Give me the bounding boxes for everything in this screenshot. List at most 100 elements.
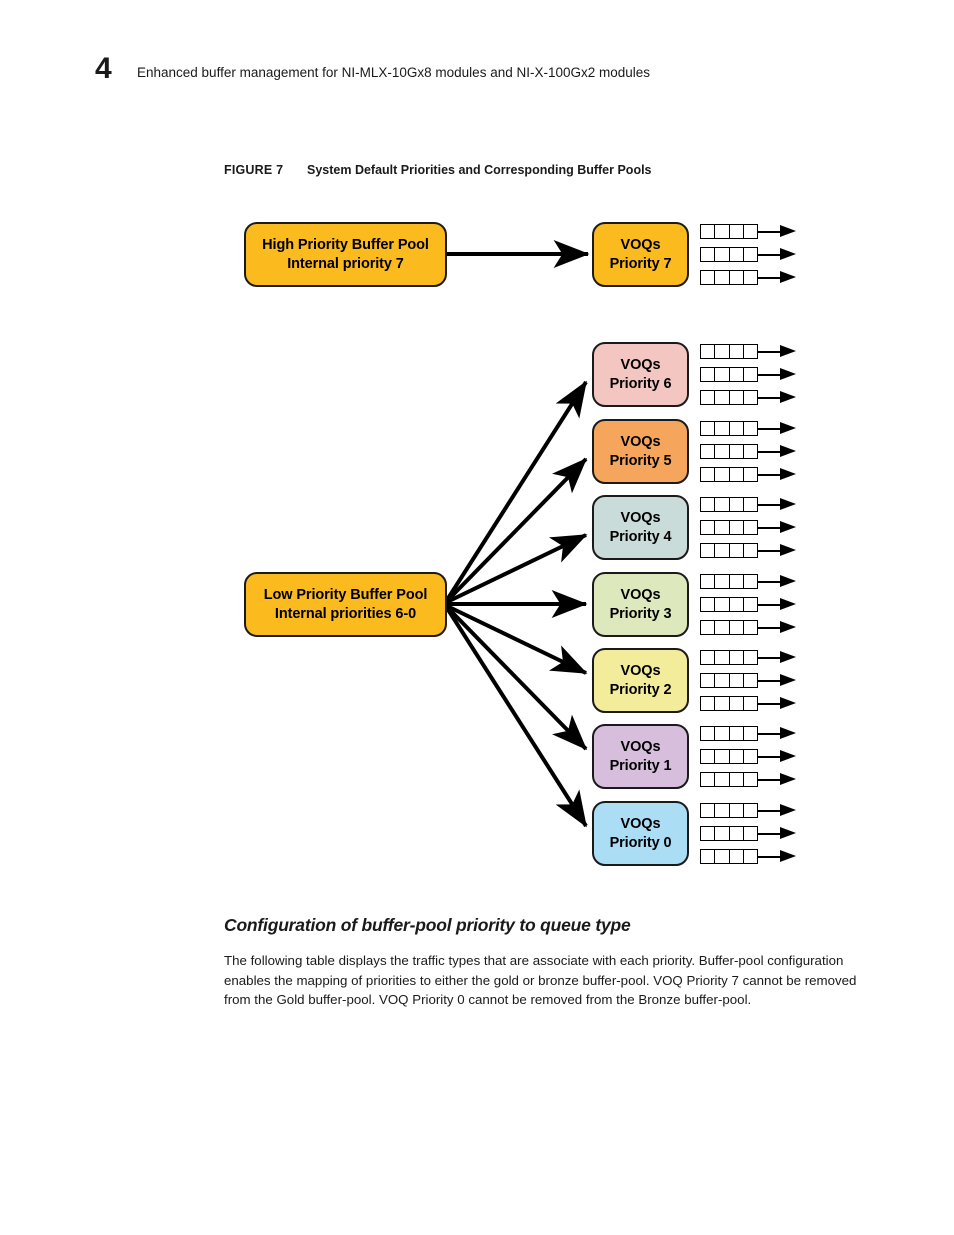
queue-cell xyxy=(701,804,716,817)
queue-cell xyxy=(701,697,716,710)
queue-group-priority-5 xyxy=(700,419,798,485)
queue-cell xyxy=(743,804,757,817)
queue-cells xyxy=(700,597,758,612)
queue-output-arrow-icon xyxy=(758,804,796,816)
queue-cells xyxy=(700,726,758,741)
queue-cell xyxy=(743,445,757,458)
queue-row xyxy=(700,224,798,239)
connector-low-pool-to-voq1 xyxy=(445,605,588,751)
connector-low-pool-to-voq5 xyxy=(445,457,588,603)
queue-cell xyxy=(715,750,730,763)
queue-cell xyxy=(743,345,757,358)
voq-priority-0-box[interactable]: VOQs Priority 0 xyxy=(592,801,689,866)
queue-cell xyxy=(743,544,757,557)
figure-label: FIGURE 7 xyxy=(224,163,284,177)
queue-cell xyxy=(715,422,730,435)
connector-low-pool-to-voq0 xyxy=(445,606,588,828)
queue-cell xyxy=(743,750,757,763)
queue-cell xyxy=(701,544,716,557)
queue-cell xyxy=(715,271,730,284)
diagram-connector-layer xyxy=(445,240,590,828)
queue-cell xyxy=(701,271,716,284)
queue-cell xyxy=(743,225,757,238)
figure-title: System Default Priorities and Correspond… xyxy=(307,163,652,177)
queue-cell xyxy=(743,621,757,634)
queue-cell xyxy=(715,521,730,534)
queue-group-priority-4 xyxy=(700,495,798,561)
voq-priority-6-line2: Priority 6 xyxy=(609,375,672,392)
queue-cell xyxy=(715,697,730,710)
queue-cells xyxy=(700,421,758,436)
queue-cells xyxy=(700,247,758,262)
queue-row xyxy=(700,597,798,612)
connector-low-pool-to-voq6 xyxy=(445,380,588,602)
queue-cell xyxy=(729,521,744,534)
voq-priority-4-box[interactable]: VOQs Priority 4 xyxy=(592,495,689,560)
queue-cell xyxy=(729,697,744,710)
queue-cell xyxy=(715,850,730,863)
queue-output-arrow-icon xyxy=(758,575,796,587)
queue-cell xyxy=(729,422,744,435)
queue-cell xyxy=(743,575,757,588)
queue-cells xyxy=(700,803,758,818)
queue-row xyxy=(700,772,798,787)
queue-cell xyxy=(701,422,716,435)
chapter-number: 4 xyxy=(95,52,112,85)
voq-priority-5-box[interactable]: VOQs Priority 5 xyxy=(592,419,689,484)
voq-priority-6-line1: VOQs xyxy=(620,356,661,373)
voq-priority-4-line2: Priority 4 xyxy=(609,528,672,545)
queue-group-priority-7 xyxy=(700,222,798,288)
queue-cell xyxy=(729,544,744,557)
low-priority-buffer-pool-box[interactable]: Low Priority Buffer Pool Internal priori… xyxy=(244,572,447,637)
queue-row xyxy=(700,650,798,665)
queue-cell xyxy=(715,651,730,664)
queue-output-arrow-icon xyxy=(758,621,796,633)
voq-priority-2-line1: VOQs xyxy=(620,662,661,679)
queue-cell xyxy=(729,368,744,381)
queue-cell xyxy=(701,674,716,687)
queue-cell xyxy=(743,248,757,261)
queue-cell xyxy=(729,598,744,611)
queue-cell xyxy=(729,850,744,863)
voq-priority-6-box[interactable]: VOQs Priority 6 xyxy=(592,342,689,407)
queue-cell xyxy=(729,271,744,284)
queue-output-arrow-icon xyxy=(758,271,796,283)
queue-cell xyxy=(715,468,730,481)
voq-priority-3-box[interactable]: VOQs Priority 3 xyxy=(592,572,689,637)
queue-output-arrow-icon xyxy=(758,827,796,839)
queue-cell xyxy=(715,598,730,611)
queue-cell xyxy=(715,674,730,687)
queue-row xyxy=(700,444,798,459)
queue-output-arrow-icon xyxy=(758,697,796,709)
queue-row xyxy=(700,826,798,841)
queue-cells xyxy=(700,543,758,558)
queue-row xyxy=(700,749,798,764)
queue-cells xyxy=(700,344,758,359)
queue-cells xyxy=(700,673,758,688)
queue-row xyxy=(700,390,798,405)
queue-cells xyxy=(700,390,758,405)
queue-cell xyxy=(701,345,716,358)
queue-output-arrow-icon xyxy=(758,521,796,533)
voq-priority-4-line1: VOQs xyxy=(620,509,661,526)
queue-cell xyxy=(701,575,716,588)
voq-priority-2-box[interactable]: VOQs Priority 2 xyxy=(592,648,689,713)
queue-cell xyxy=(701,651,716,664)
queue-cell xyxy=(715,368,730,381)
queue-cell xyxy=(743,521,757,534)
queue-cell xyxy=(715,544,730,557)
queue-row xyxy=(700,467,798,482)
queue-output-arrow-icon xyxy=(758,248,796,260)
queue-cell xyxy=(715,345,730,358)
voq-priority-1-line2: Priority 1 xyxy=(609,757,672,774)
queue-output-arrow-icon xyxy=(758,598,796,610)
queue-cell xyxy=(743,773,757,786)
queue-cell xyxy=(743,697,757,710)
high-priority-buffer-pool-box[interactable]: High Priority Buffer Pool Internal prior… xyxy=(244,222,447,287)
voq-priority-7-box[interactable]: VOQs Priority 7 xyxy=(592,222,689,287)
voq-priority-1-box[interactable]: VOQs Priority 1 xyxy=(592,724,689,789)
queue-cell xyxy=(729,804,744,817)
queue-group-priority-1 xyxy=(700,724,798,790)
queue-cell xyxy=(743,498,757,511)
queue-row xyxy=(700,849,798,864)
